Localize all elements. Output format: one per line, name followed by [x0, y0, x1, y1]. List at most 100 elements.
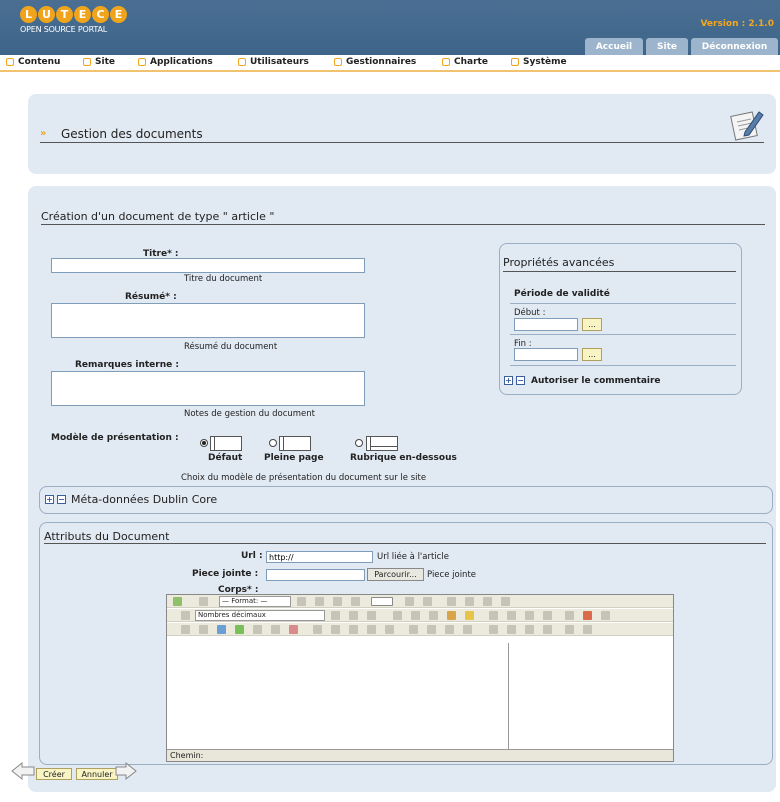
modele-radio-rubrique[interactable] [355, 439, 363, 447]
menu-item-applications[interactable]: Applications [138, 57, 213, 67]
url-input[interactable] [266, 551, 373, 563]
layout-default-icon [210, 436, 242, 451]
list-icon[interactable] [181, 611, 190, 620]
style-props-icon[interactable] [565, 625, 574, 634]
back-arrow-icon[interactable] [10, 761, 36, 781]
strikethrough-icon[interactable] [351, 597, 360, 606]
piece-jointe-label: Piece jointe : [192, 569, 259, 579]
layer-forward-icon[interactable] [507, 625, 516, 634]
help-icon[interactable] [601, 611, 610, 620]
piece-jointe-input[interactable] [266, 569, 365, 581]
menu-item-gestionnaires[interactable]: Gestionnaires [334, 57, 416, 67]
outdent-icon[interactable] [367, 611, 376, 620]
menu-item-systeme[interactable]: Système [511, 57, 567, 67]
debut-date-button[interactable]: ... [582, 318, 602, 331]
debut-date-input[interactable] [514, 318, 578, 331]
image-icon[interactable] [447, 611, 456, 620]
modele-radio-pleine-page[interactable] [269, 439, 277, 447]
tab-site[interactable]: Site [646, 38, 688, 55]
comment-label[interactable]: Autoriser le commentaire [531, 376, 661, 386]
rule-icon[interactable] [393, 611, 402, 620]
fin-date-input[interactable] [514, 348, 578, 361]
collapse-minus-icon[interactable]: − [57, 495, 66, 504]
merge-cell-icon[interactable] [409, 625, 418, 634]
delete-col-icon[interactable] [367, 625, 376, 634]
delete-row-icon[interactable] [331, 625, 340, 634]
list-style-select[interactable]: Nombres décimaux [195, 610, 325, 621]
editor-toolbar-2: Nombres décimaux [167, 609, 673, 622]
split-cell-icon[interactable] [385, 625, 394, 634]
create-button[interactable]: Créer [36, 768, 72, 780]
editor-content-area[interactable] [167, 643, 509, 749]
piece-jointe-hint: Piece jointe [427, 570, 477, 580]
delete-icon[interactable] [289, 625, 298, 634]
text-color-icon[interactable] [371, 597, 393, 606]
insert-row-icon[interactable] [313, 625, 322, 634]
menu-item-utilisateurs[interactable]: Utilisateurs [238, 57, 309, 67]
emoticon-icon[interactable] [465, 611, 474, 620]
layer-icon[interactable] [489, 625, 498, 634]
undo-icon[interactable] [489, 611, 498, 620]
layout-fullpage-icon [279, 436, 311, 451]
align-right-icon[interactable] [483, 597, 492, 606]
print-icon[interactable] [543, 611, 552, 620]
attribs-icon[interactable] [583, 625, 592, 634]
menu-item-site[interactable]: Site [83, 57, 115, 67]
resume-label: Résumé* : [125, 292, 177, 302]
menu-box-icon [6, 58, 14, 66]
tab-deconnexion[interactable]: Déconnexion [691, 38, 778, 55]
rich-text-editor[interactable]: — Format: — Nombres décimaux Chemin: [166, 594, 674, 762]
tab-accueil[interactable]: Accueil [585, 38, 643, 55]
code-icon[interactable] [199, 625, 208, 634]
modele-option-defaut: Défaut [208, 453, 243, 463]
layout-rubrique-icon [366, 436, 398, 451]
collapse-minus-icon[interactable]: − [516, 376, 525, 385]
resume-textarea[interactable] [51, 303, 365, 338]
anchor-icon[interactable] [429, 611, 438, 620]
cancel-button[interactable]: Annuler [76, 768, 118, 780]
superscript-icon[interactable] [423, 597, 432, 606]
italic-icon[interactable] [315, 597, 324, 606]
insert-col-icon[interactable] [349, 625, 358, 634]
source-icon[interactable] [173, 597, 182, 606]
align-left-icon[interactable] [447, 597, 456, 606]
table-props-icon[interactable] [463, 625, 472, 634]
link-icon[interactable] [411, 611, 420, 620]
redo-icon[interactable] [507, 611, 516, 620]
bullet-list-icon[interactable] [331, 611, 340, 620]
expand-plus-icon[interactable]: + [45, 495, 54, 504]
table-icon[interactable] [525, 611, 534, 620]
cleanup-icon[interactable] [565, 611, 574, 620]
absolute-icon[interactable] [543, 625, 552, 634]
fin-date-button[interactable]: ... [582, 348, 602, 361]
align-center-icon[interactable] [465, 597, 474, 606]
layer-back-icon[interactable] [525, 625, 534, 634]
lutece-logo[interactable]: L U T E C E OPEN SOURCE PORTAL [20, 6, 127, 34]
menu-item-charte[interactable]: Charte [442, 57, 488, 67]
html-icon[interactable] [181, 625, 190, 634]
indent-icon[interactable] [349, 611, 358, 620]
subscript-icon[interactable] [405, 597, 414, 606]
remove-format-icon[interactable] [583, 611, 592, 620]
titre-input[interactable] [51, 258, 365, 273]
preview-icon[interactable] [217, 625, 226, 634]
format-select[interactable]: — Format: — [219, 596, 291, 607]
menu-item-contenu[interactable]: Contenu [6, 57, 60, 67]
modele-radio-defaut[interactable] [200, 439, 208, 447]
expand-plus-icon[interactable]: + [504, 376, 513, 385]
cell-props-icon[interactable] [445, 625, 454, 634]
row-props-icon[interactable] [427, 625, 436, 634]
dublin-core-title[interactable]: Méta-données Dublin Core [71, 493, 217, 506]
underline-icon[interactable] [333, 597, 342, 606]
forward-arrow-icon[interactable] [114, 761, 138, 781]
justify-icon[interactable] [501, 597, 510, 606]
remarques-textarea[interactable] [51, 371, 365, 406]
menu-label: Site [95, 57, 115, 67]
fullscreen-icon[interactable] [253, 625, 262, 634]
bold-icon[interactable] [297, 597, 306, 606]
menu-box-icon [238, 58, 246, 66]
spellcheck-icon[interactable] [235, 625, 244, 634]
visual-aid-icon[interactable] [271, 625, 280, 634]
find-icon[interactable] [199, 597, 208, 606]
browse-button[interactable]: Parcourir... [367, 568, 424, 581]
